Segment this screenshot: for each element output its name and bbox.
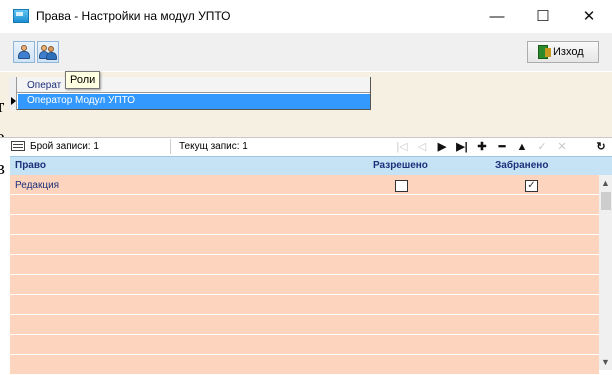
nav-edit-button[interactable]: ▲: [514, 139, 530, 154]
column-header-forbidden[interactable]: Забранено: [495, 160, 548, 171]
scrollbar-thumb[interactable]: [601, 192, 611, 210]
nav-next-button[interactable]: ▶: [434, 139, 450, 154]
window-title: Права - Настройки на модул УПТО: [36, 9, 231, 23]
table-row: [10, 215, 599, 235]
table-row: [10, 275, 599, 295]
table-row: [10, 195, 599, 215]
nav-first-button[interactable]: |◁: [394, 139, 410, 154]
users-group-icon: [39, 45, 57, 60]
roles-button[interactable]: [37, 41, 59, 63]
user-icon: [17, 45, 31, 59]
user-button[interactable]: [13, 41, 35, 63]
app-icon: [13, 9, 29, 23]
table-row: [10, 355, 599, 375]
records-icon: [11, 141, 25, 151]
operators-row-label: Оператор Модул УПТО: [27, 95, 136, 106]
table-row: [10, 335, 599, 355]
column-header-allowed[interactable]: Разрешено: [373, 160, 428, 171]
nav-post-button[interactable]: ✓: [534, 139, 550, 154]
current-row-marker-icon: [11, 97, 16, 105]
table-row: [10, 315, 599, 335]
minimize-button[interactable]: —: [474, 0, 520, 32]
table-row: [10, 295, 599, 315]
nav-delete-button[interactable]: ━: [494, 139, 510, 154]
close-button[interactable]: ✕: [566, 0, 612, 32]
forbidden-checkbox[interactable]: ✓: [525, 180, 538, 192]
maximize-button[interactable]: ☐: [520, 0, 566, 32]
background-text-fragment: т: [0, 96, 5, 117]
roles-tooltip: Роли: [65, 71, 101, 89]
exit-door-icon: [538, 45, 551, 59]
table-row[interactable]: Редакция ✓: [10, 175, 599, 195]
operators-row-indicator: [9, 77, 17, 110]
column-header-right[interactable]: Право: [15, 160, 46, 171]
scroll-down-icon[interactable]: ▼: [599, 356, 612, 368]
current-record: Текущ запис: 1: [179, 141, 248, 152]
nav-refresh-button[interactable]: ↻: [593, 139, 609, 154]
nav-insert-button[interactable]: ✚: [474, 139, 490, 154]
background-text-fragment: в: [0, 158, 5, 179]
rights-grid: Редакция ✓: [10, 175, 599, 375]
operators-column-header: Операт: [27, 80, 62, 91]
record-count: Брой записи: 1: [30, 141, 99, 152]
table-row: [10, 255, 599, 275]
nav-cancel-button[interactable]: ✕: [554, 139, 570, 154]
exit-button[interactable]: Изход: [527, 41, 599, 63]
right-name-cell: Редакция: [15, 180, 60, 191]
scroll-up-icon[interactable]: ▲: [599, 177, 612, 189]
exit-button-label: Изход: [553, 46, 584, 58]
nav-last-button[interactable]: ▶|: [454, 139, 470, 154]
navigator-divider: [170, 139, 171, 154]
allowed-checkbox[interactable]: [395, 180, 408, 192]
table-row: [10, 235, 599, 255]
nav-prior-button[interactable]: ◁: [414, 139, 430, 154]
toolbar: [0, 33, 612, 71]
